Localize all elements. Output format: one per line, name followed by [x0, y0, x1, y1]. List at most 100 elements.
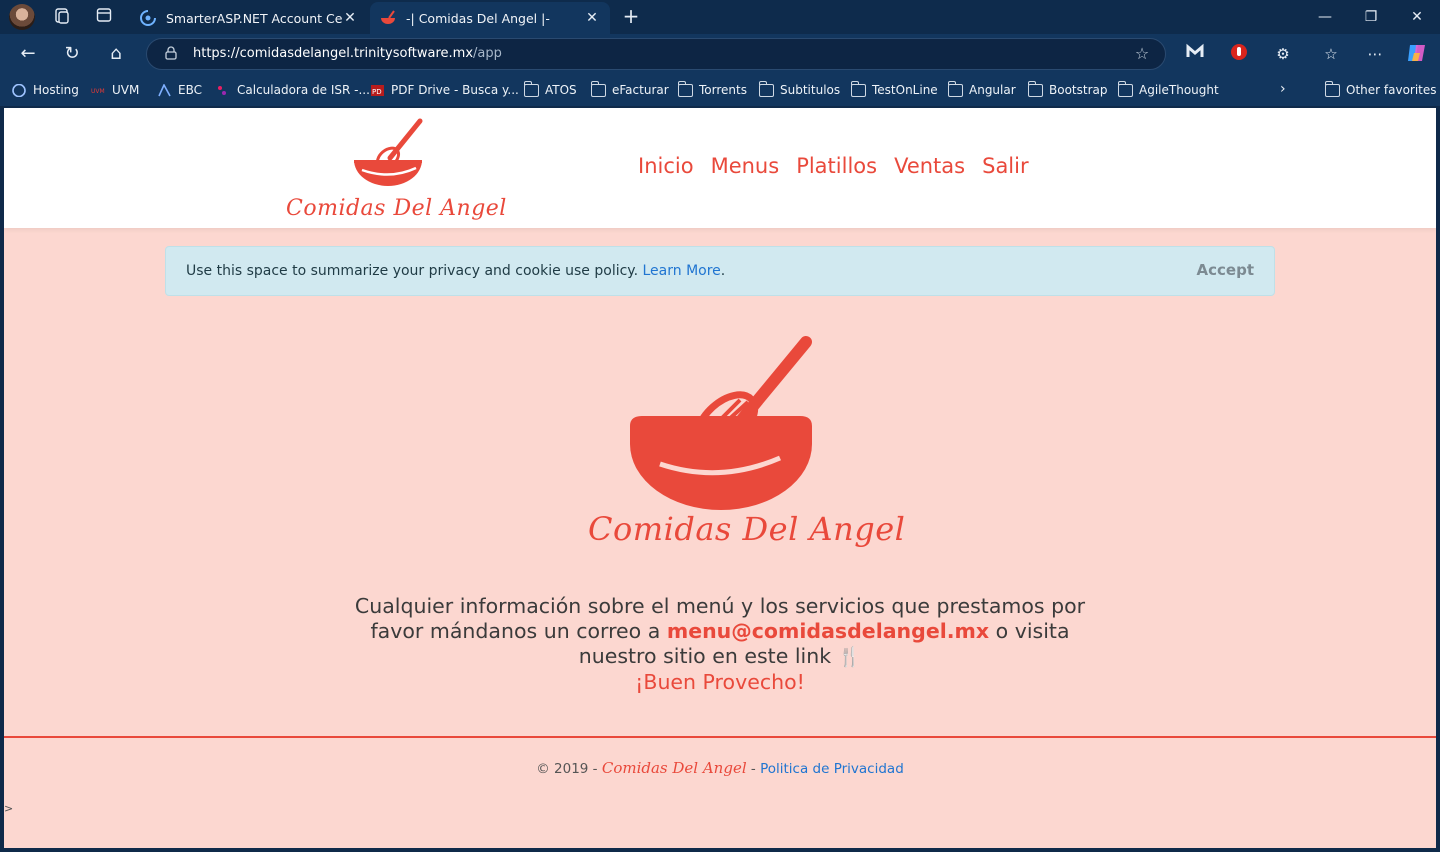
- footer-brand: Comidas Del Angel: [601, 759, 747, 777]
- info-line-3-text: nuestro sitio en este link: [578, 644, 832, 668]
- fav-label: ATOS: [545, 83, 577, 97]
- fav-pdfdrive[interactable]: PD PDF Drive - Busca y...: [370, 81, 519, 99]
- privacy-link[interactable]: Politica de Privacidad: [760, 761, 904, 777]
- fav-ebc[interactable]: EBC: [157, 81, 202, 99]
- close-icon[interactable]: ✕: [342, 10, 358, 26]
- folder-icon: [678, 80, 693, 97]
- whisk-bowl-icon: [630, 336, 812, 510]
- fav-bootstrap[interactable]: Bootstrap: [1028, 80, 1108, 99]
- folder-icon: [1118, 80, 1133, 97]
- info-line-3: nuestro sitio en este link 🍴: [320, 644, 1120, 670]
- hosting-favicon: [12, 83, 26, 97]
- tab-smarterasp[interactable]: SmarterASP.NET Account Center ✕: [130, 2, 368, 34]
- fav-label: Hosting: [33, 83, 79, 97]
- restore-button[interactable]: ❐: [1348, 0, 1394, 34]
- workspaces-icon[interactable]: [52, 7, 72, 27]
- folder-icon: [759, 80, 774, 97]
- fav-uvm[interactable]: UVM UVM: [91, 81, 139, 99]
- refresh-icon[interactable]: ↻: [61, 43, 83, 65]
- hero-logo: Comidas Del Angel: [586, 334, 905, 554]
- info-line-1: Cualquier información sobre el menú y lo…: [354, 594, 1086, 618]
- folder-icon: [1028, 80, 1043, 97]
- more-menu-icon[interactable]: ⋯: [1364, 43, 1386, 65]
- favorites-icon[interactable]: ☆: [1320, 43, 1342, 65]
- ebc-favicon: [158, 83, 171, 96]
- fav-label: Subtitulos: [780, 83, 841, 97]
- learn-more-link[interactable]: Learn More: [643, 263, 721, 279]
- main-nav: Inicio Menus Platillos Ventas Salir: [638, 154, 1029, 178]
- svg-text:PD: PD: [372, 88, 382, 96]
- tab-title: -| Comidas Del Angel |-: [406, 10, 550, 26]
- whisk-bowl-icon: [354, 118, 423, 186]
- info-line-2: favor mándanos un correo a menu@comidasd…: [320, 619, 1120, 644]
- fav-other-favorites[interactable]: Other favorites: [1325, 80, 1437, 99]
- extensions-icon[interactable]: ⚙: [1272, 43, 1294, 65]
- hero-brand-name: Comidas Del Angel: [588, 510, 906, 548]
- address-bar[interactable]: https://comidasdelangel.trinitysoftware.…: [146, 38, 1166, 70]
- favorite-star-icon[interactable]: ☆: [1133, 45, 1151, 63]
- tab-comidas[interactable]: -| Comidas Del Angel |- ✕: [370, 2, 610, 34]
- nav-inicio[interactable]: Inicio: [638, 154, 694, 178]
- copilot-icon[interactable]: [1406, 43, 1428, 65]
- buen-provecho: ¡Buen Provecho!: [635, 670, 805, 694]
- fav-label: Torrents: [699, 83, 747, 97]
- fav-label: Calculadora de ISR -...: [237, 83, 370, 97]
- site-logo[interactable]: Comidas Del Angel: [284, 118, 506, 221]
- new-tab-button[interactable]: +: [620, 5, 642, 27]
- whisk-bowl-favicon: [381, 10, 395, 24]
- fav-agilethought[interactable]: AgileThought: [1118, 80, 1219, 99]
- nav-ventas[interactable]: Ventas: [894, 154, 965, 178]
- nav-salir[interactable]: Salir: [982, 154, 1029, 178]
- chevron-right-icon[interactable]: ›: [1280, 81, 1286, 97]
- tab-actions-icon[interactable]: [94, 7, 114, 27]
- pdfdrive-favicon: PD: [371, 84, 384, 96]
- fav-label: EBC: [178, 83, 202, 97]
- back-icon[interactable]: ←: [17, 43, 39, 65]
- fav-angular[interactable]: Angular: [948, 80, 1016, 99]
- favorites-bar: Hosting UVM UVM EBC Calculadora de ISR -…: [0, 74, 1440, 106]
- close-window-button[interactable]: ✕: [1394, 0, 1440, 34]
- cookie-text: Use this space to summarize your privacy…: [186, 263, 725, 279]
- utensils-icon[interactable]: 🍴: [838, 646, 862, 668]
- home-icon[interactable]: ⌂: [105, 43, 127, 65]
- profile-avatar[interactable]: [9, 4, 35, 30]
- browser-toolbar: ← ↻ ⌂ https://comidasdelangel.trinitysof…: [0, 34, 1440, 74]
- fav-label: PDF Drive - Busca y...: [391, 83, 519, 97]
- nav-menus[interactable]: Menus: [711, 154, 780, 178]
- close-icon[interactable]: ✕: [584, 10, 600, 26]
- accept-button[interactable]: Accept: [1197, 261, 1254, 279]
- info-text: Cualquier información sobre el menú y lo…: [320, 594, 1120, 695]
- fav-testonline[interactable]: TestOnLine: [851, 80, 938, 99]
- fav-hosting[interactable]: Hosting: [12, 81, 79, 99]
- fav-label: Bootstrap: [1049, 83, 1108, 97]
- malwarebytes-icon[interactable]: [1184, 43, 1206, 65]
- site-footer: © 2019 - Comidas Del Angel - Politica de…: [4, 759, 1436, 777]
- cookie-banner: Use this space to summarize your privacy…: [165, 246, 1275, 296]
- minimize-button[interactable]: —: [1302, 0, 1348, 34]
- fav-torrents[interactable]: Torrents: [678, 80, 747, 99]
- fav-efacturar[interactable]: eFacturar: [591, 80, 669, 99]
- fav-label: eFacturar: [612, 83, 669, 97]
- lock-icon[interactable]: [163, 46, 179, 62]
- fav-label: Angular: [969, 83, 1016, 97]
- cookie-period: .: [720, 263, 726, 279]
- url-text[interactable]: https://comidasdelangel.trinitysoftware.…: [193, 46, 502, 61]
- stray-text: >: [4, 802, 14, 815]
- info-line-2-post: o visita: [995, 619, 1070, 643]
- email-link[interactable]: menu@comidasdelangel.mx: [667, 619, 989, 643]
- adblock-icon[interactable]: [1228, 43, 1250, 65]
- url-base: https://comidasdelangel.trinitysoftware.…: [193, 46, 474, 61]
- footer-separator: -: [750, 761, 756, 777]
- fav-subtitulos[interactable]: Subtitulos: [759, 80, 841, 99]
- info-line-2-pre: favor mándanos un correo a: [370, 619, 661, 643]
- calculadora-favicon: [218, 85, 226, 95]
- fav-atos[interactable]: ATOS: [524, 80, 577, 99]
- smarterasp-favicon: [140, 10, 156, 26]
- fav-calculadora[interactable]: Calculadora de ISR -...: [216, 81, 370, 99]
- footer-divider: [4, 736, 1436, 738]
- fav-label: UVM: [112, 83, 140, 97]
- svg-text:UVM: UVM: [91, 88, 105, 95]
- nav-platillos[interactable]: Platillos: [796, 154, 877, 178]
- folder-icon: [591, 80, 606, 97]
- url-path: /app: [473, 46, 502, 61]
